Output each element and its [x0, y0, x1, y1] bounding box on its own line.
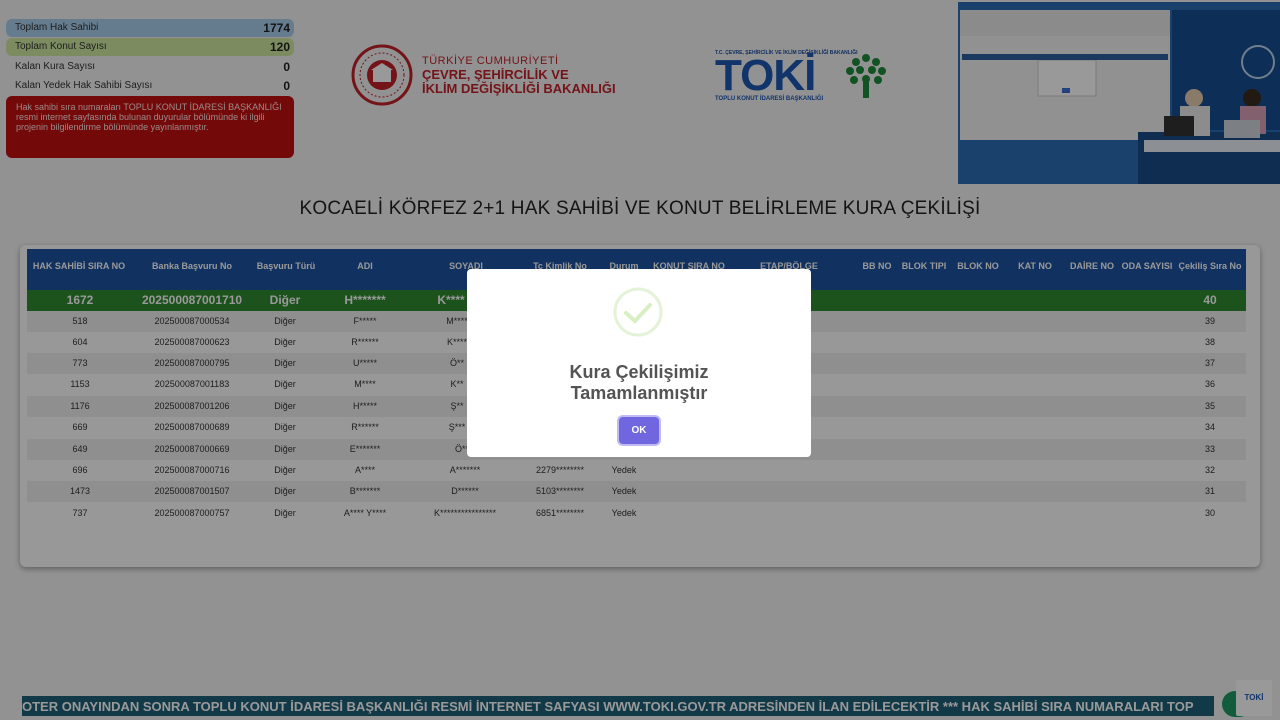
success-check-icon — [613, 287, 663, 337]
dialog-title-line: Kura Çekilişimiz — [569, 362, 709, 382]
dialog-title-line: Tamamlanmıştır — [570, 383, 708, 403]
ok-button[interactable]: OK — [619, 417, 659, 444]
completion-dialog: Kura Çekilişimiz Tamamlanmıştır OK — [467, 269, 811, 457]
dialog-title: Kura Çekilişimiz Tamamlanmıştır — [467, 362, 811, 404]
